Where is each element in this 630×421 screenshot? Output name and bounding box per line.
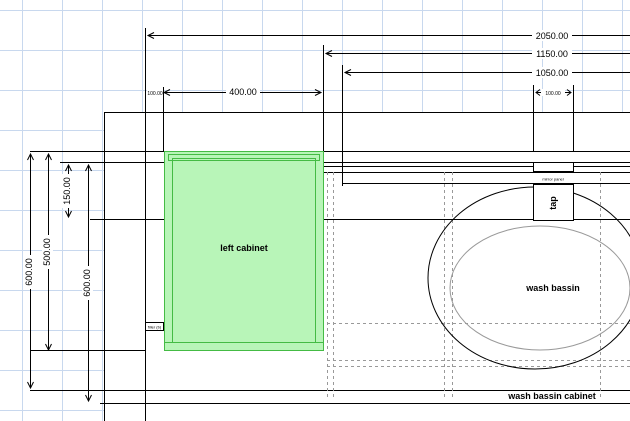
tap[interactable]: tap [533,162,574,221]
dim-400: 400.00 [229,87,257,97]
filler-piece[interactable]: filler (b) [145,322,164,331]
dim-500: 500.00 [42,238,52,266]
wash-basin-cabinet-label: wash bassin cabinet [507,391,596,401]
dim-100-tap: 100.00 [545,91,561,97]
floor-plan-canvas[interactable]: filler (b) left cabinet wash bassin mirr… [0,0,630,421]
left-cabinet-label: left cabinet [220,243,268,253]
mirror-panel-label: mirror panel [542,177,563,182]
dim-150: 150.00 [62,177,72,205]
dim-1050: 1050.00 [536,68,569,78]
dim-600-outer: 600.00 [24,258,34,286]
filler-label: filler (b) [148,325,162,330]
tap-label: tap [548,196,558,210]
wash-basin-label: wash bassin [525,283,580,293]
dim-2050: 2050.00 [536,31,569,41]
dim-600-inner: 600.00 [82,269,92,297]
dim-1150: 1150.00 [536,49,568,59]
mirror-panel[interactable]: mirror panel [542,177,563,182]
dim-100-left: 100.00 [147,91,163,97]
left-cabinet[interactable]: left cabinet [164,151,324,351]
